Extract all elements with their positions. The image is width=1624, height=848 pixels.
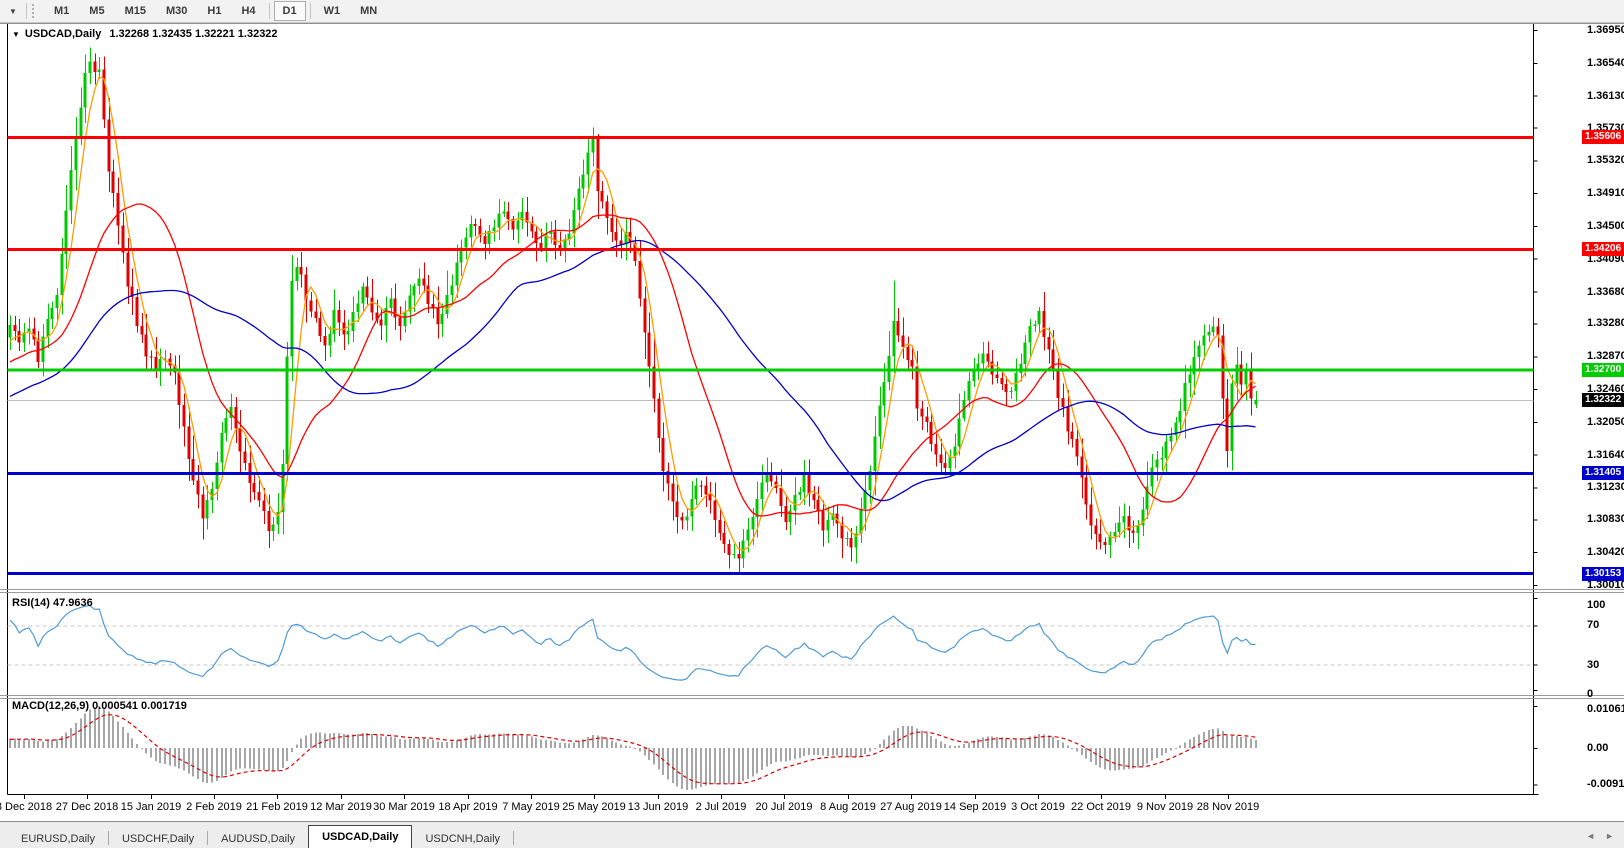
rsi-axis-label: 30 xyxy=(1587,658,1599,672)
time-axis-label: 21 Feb 2019 xyxy=(246,801,308,814)
rsi-axis-label: 0 xyxy=(1587,687,1593,701)
time-axis-label: 8 Dec 2018 xyxy=(0,801,52,814)
pane-borders xyxy=(0,24,1624,795)
time-axis-label: 28 Nov 2019 xyxy=(1197,801,1259,814)
macd-label: MACD(12,26,9) 0.000541 0.001719 xyxy=(12,700,187,712)
time-axis-label: 9 Nov 2019 xyxy=(1137,801,1193,814)
price-axis-tick-label: 1.32870 xyxy=(1587,349,1624,363)
tab-scroll-buttons: ◄ ► xyxy=(1586,822,1614,848)
time-axis-label: 2 Feb 2019 xyxy=(186,801,242,814)
tab-usdcad[interactable]: USDCAD,Daily xyxy=(308,825,412,848)
price-axis-tick-label: 1.31640 xyxy=(1587,448,1624,462)
tab-divider xyxy=(513,831,514,845)
price-line-label: 1.34206 xyxy=(1582,242,1624,256)
chart-ohlc-values: 1.32268 1.32435 1.32221 1.32322 xyxy=(109,28,277,40)
candles xyxy=(9,48,1258,573)
price-line-label: 1.30153 xyxy=(1582,567,1624,581)
price-line-label: 1.31405 xyxy=(1582,466,1624,480)
toolbar-separator xyxy=(310,3,311,19)
rsi-label: RSI(14) 47.9636 xyxy=(12,597,93,609)
rsi-axis-label: 100 xyxy=(1587,598,1605,612)
time-axis-label: 25 May 2019 xyxy=(562,801,626,814)
timeframe-button-group: M1M5M15M30H1H4 D1 W1MN xyxy=(44,1,387,21)
chart-dropdown-button[interactable]: ▼ xyxy=(3,2,23,20)
time-axis-label: 30 Mar 2019 xyxy=(373,801,435,814)
tab-audusd[interactable]: AUDUSD,Daily xyxy=(208,829,308,848)
price-axis-tick-label: 1.34910 xyxy=(1587,186,1624,200)
price-axis-tick-label: 1.30830 xyxy=(1587,512,1624,526)
tab-eurusd[interactable]: EURUSD,Daily xyxy=(8,829,108,848)
caret-down-icon: ▼ xyxy=(9,7,17,16)
macd-axis-label: 0.010615 xyxy=(1587,702,1624,716)
time-axis-label: 27 Dec 2018 xyxy=(56,801,118,814)
toolbar-separator xyxy=(26,3,27,19)
symbol-tabs: EURUSD,DailyUSDCHF,DailyAUDUSD,DailyUSDC… xyxy=(8,822,514,848)
tf-button-h4[interactable]: H4 xyxy=(232,1,264,21)
tab-bar: EURUSD,DailyUSDCHF,DailyAUDUSD,DailyUSDC… xyxy=(0,821,1624,848)
time-axis-label: 14 Sep 2019 xyxy=(944,801,1006,814)
time-axis-label: 18 Apr 2019 xyxy=(438,801,497,814)
time-axis-label: 2 Jul 2019 xyxy=(696,801,747,814)
time-axis-label: 15 Jan 2019 xyxy=(121,801,182,814)
macd-signal-line xyxy=(10,715,1256,784)
macd-axis-label: -0.009181 xyxy=(1587,777,1624,791)
axis-ticks xyxy=(25,31,1538,800)
tab-usdcnh[interactable]: USDCNH,Daily xyxy=(412,829,513,848)
price-chart-canvas[interactable] xyxy=(0,0,1624,848)
price-axis-tick-label: 1.35320 xyxy=(1587,153,1624,167)
price-line-label: 1.35606 xyxy=(1582,130,1624,144)
time-axis-label: 3 Oct 2019 xyxy=(1011,801,1065,814)
chart-symbol-period: USDCAD,Daily xyxy=(25,28,101,40)
price-axis-tick-label: 1.30420 xyxy=(1587,545,1624,559)
macd-histogram xyxy=(9,706,1257,790)
toolbar-separator xyxy=(269,3,270,19)
chart-title: ▼ USDCAD,Daily 1.32268 1.32435 1.32221 1.3… xyxy=(12,28,278,40)
tab-scroll-right-button[interactable]: ► xyxy=(1605,831,1614,841)
time-axis-label: 27 Aug 2019 xyxy=(880,801,942,814)
tab-usdchf[interactable]: USDCHF,Daily xyxy=(109,829,207,848)
price-line-label: 1.32700 xyxy=(1582,363,1624,377)
rsi-axis-label: 70 xyxy=(1587,618,1599,632)
price-axis-tick-label: 1.33680 xyxy=(1587,285,1624,299)
tf-button-m15[interactable]: M15 xyxy=(116,1,155,21)
price-axis-tick-label: 1.36540 xyxy=(1587,56,1624,70)
price-axis-tick-label: 1.34500 xyxy=(1587,219,1624,233)
tf-button-m5[interactable]: M5 xyxy=(80,1,113,21)
caret-down-icon: ▼ xyxy=(12,30,20,39)
current-price-label: 1.32322 xyxy=(1582,393,1624,407)
time-axis-label: 12 Mar 2019 xyxy=(310,801,372,814)
tf-button-d1[interactable]: D1 xyxy=(274,1,306,21)
time-axis-label: 22 Oct 2019 xyxy=(1071,801,1131,814)
price-axis-tick-label: 1.36950 xyxy=(1587,23,1624,37)
macd-axis-label: 0.00 xyxy=(1587,741,1608,755)
price-axis-tick-label: 1.33280 xyxy=(1587,316,1624,330)
toolbar: ▼ M1M5M15M30H1H4 D1 W1MN xyxy=(0,0,1624,23)
horizontal-lines xyxy=(8,137,1534,573)
time-axis-label: 13 Jun 2019 xyxy=(628,801,689,814)
tf-button-m1[interactable]: M1 xyxy=(45,1,78,21)
toolbar-grip-handle[interactable] xyxy=(32,4,38,18)
tf-button-mn[interactable]: MN xyxy=(351,1,386,21)
price-axis-tick-label: 1.36130 xyxy=(1587,89,1624,103)
time-axis-label: 8 Aug 2019 xyxy=(820,801,876,814)
tf-button-m30[interactable]: M30 xyxy=(157,1,196,21)
price-axis-tick-label: 1.32050 xyxy=(1587,415,1624,429)
time-axis-label: 20 Jul 2019 xyxy=(756,801,813,814)
tf-button-w1[interactable]: W1 xyxy=(315,1,350,21)
time-axis-label: 7 May 2019 xyxy=(502,801,559,814)
tab-scroll-left-button[interactable]: ◄ xyxy=(1586,831,1595,841)
price-axis-tick-label: 1.31230 xyxy=(1587,480,1624,494)
moving-averages xyxy=(10,77,1256,551)
rsi-line xyxy=(10,606,1256,680)
tf-button-h1[interactable]: H1 xyxy=(198,1,230,21)
